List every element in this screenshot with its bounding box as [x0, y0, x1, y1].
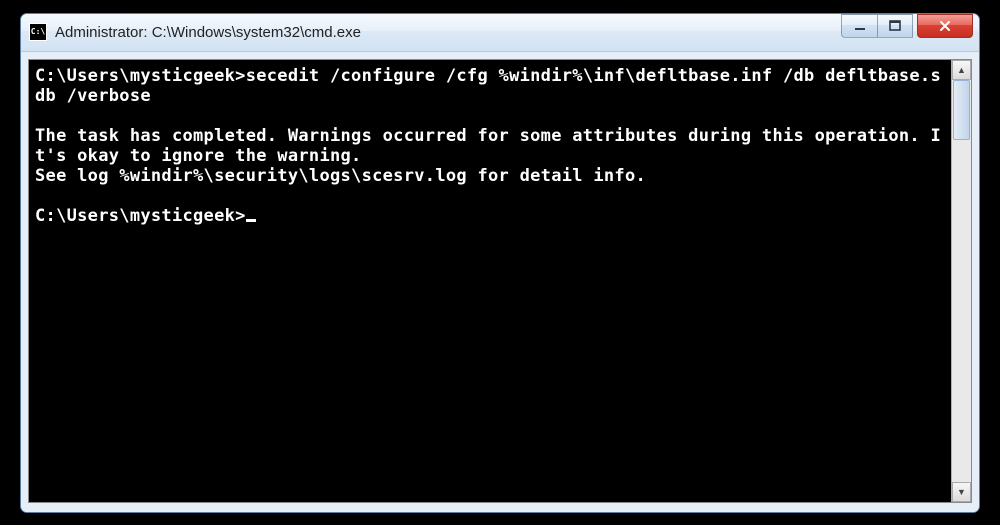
window-controls [841, 14, 973, 51]
console-frame: C:\Users\mysticgeek>secedit /configure /… [28, 59, 972, 503]
scroll-down-button[interactable]: ▼ [952, 482, 971, 502]
close-icon [938, 19, 952, 33]
client-area: C:\Users\mysticgeek>secedit /configure /… [21, 52, 979, 512]
scroll-up-button[interactable]: ▲ [952, 60, 971, 80]
maximize-icon [889, 20, 901, 32]
prompt-1: C:\Users\mysticgeek> [35, 66, 246, 86]
vertical-scrollbar[interactable]: ▲ ▼ [951, 60, 971, 502]
cursor [246, 219, 256, 222]
output-msg-2: See log %windir%\security\logs\scesrv.lo… [35, 166, 646, 186]
close-button[interactable] [917, 14, 973, 38]
scroll-track[interactable] [952, 80, 971, 482]
titlebar[interactable]: C:\ Administrator: C:\Windows\system32\c… [21, 14, 979, 52]
console-output[interactable]: C:\Users\mysticgeek>secedit /configure /… [29, 60, 951, 502]
cmd-icon: C:\ [29, 23, 47, 41]
prompt-2: C:\Users\mysticgeek> [35, 206, 246, 226]
maximize-button[interactable] [877, 14, 913, 38]
minimize-icon [854, 20, 866, 32]
scroll-thumb[interactable] [953, 80, 970, 140]
window-title: Administrator: C:\Windows\system32\cmd.e… [55, 24, 841, 41]
minimize-button[interactable] [841, 14, 877, 38]
output-msg-1: The task has completed. Warnings occurre… [35, 126, 941, 166]
cmd-icon-label: C:\ [31, 28, 45, 36]
cmd-window: C:\ Administrator: C:\Windows\system32\c… [20, 13, 980, 513]
